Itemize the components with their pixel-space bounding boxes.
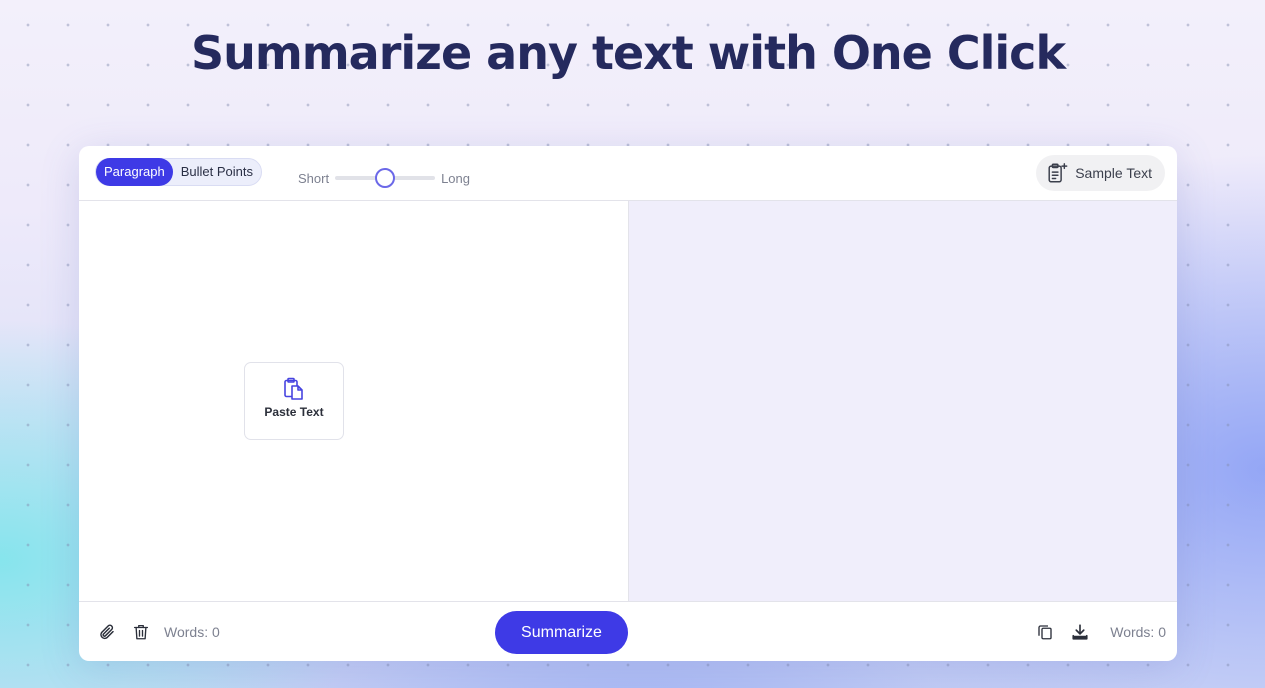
page-title: Summarize any text with One Click [190,26,1066,80]
length-control: Short Long [298,167,470,189]
summarize-button[interactable]: Summarize [495,611,628,654]
output-word-count: Words: 0 [1110,624,1166,640]
input-text-pane[interactable]: Paste Text [79,201,629,601]
sample-text-label: Sample Text [1075,165,1152,181]
length-slider-thumb[interactable] [375,168,396,188]
paste-text-label: Paste Text [264,405,324,419]
input-word-count: Words: 0 [164,624,220,640]
paperclip-icon[interactable] [98,623,116,641]
mode-toggle: Paragraph Bullet Points [95,158,262,186]
mode-bullet-points-button[interactable]: Bullet Points [173,158,261,186]
length-long-label: Long [441,170,470,186]
paste-text-button[interactable]: Paste Text [244,362,344,440]
length-short-label: Short [298,170,330,186]
summarizer-toolbar: Paragraph Bullet Points Short Long Sampl… [79,146,1177,201]
length-slider[interactable] [335,167,436,189]
trash-icon[interactable] [132,623,150,641]
summarizer-card: Paragraph Bullet Points Short Long Sampl… [79,146,1177,661]
sample-text-button[interactable]: Sample Text [1036,155,1165,191]
download-icon[interactable] [1071,623,1089,641]
clipboard-plus-icon [1048,163,1068,183]
clipboard-paste-icon [284,377,303,400]
mode-paragraph-button[interactable]: Paragraph [96,158,173,186]
summary-output-pane [629,201,1177,601]
copy-icon[interactable] [1036,623,1054,641]
summarizer-footer: Words: 0 Summarize Words: 0 [79,601,1177,661]
